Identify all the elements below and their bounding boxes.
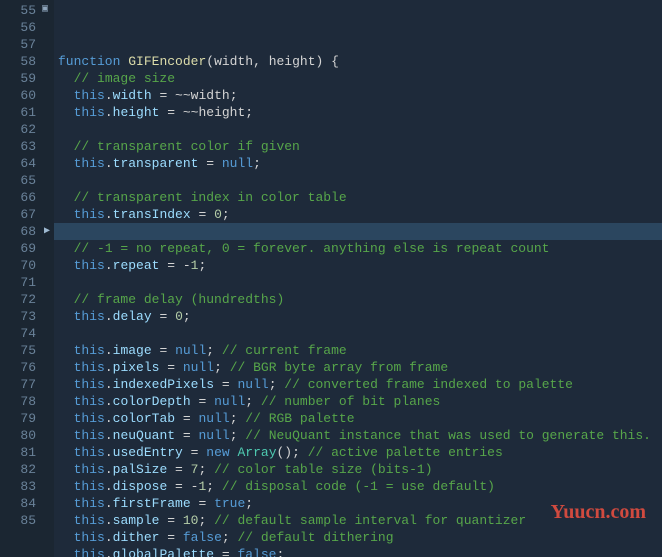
code-line[interactable]: this.image = null; // current frame: [58, 342, 662, 359]
code-line[interactable]: this.sample = 10; // default sample inte…: [58, 512, 662, 529]
line-number: 81: [4, 444, 36, 461]
code-line[interactable]: this.colorDepth = null; // number of bit…: [58, 393, 662, 410]
code-line[interactable]: // -1 = no repeat, 0 = forever. anything…: [58, 240, 662, 257]
line-number: 70: [4, 257, 36, 274]
line-number: 63: [4, 138, 36, 155]
code-line[interactable]: this.pixels = null; // BGR byte array fr…: [58, 359, 662, 376]
line-number: 64: [4, 155, 36, 172]
code-line[interactable]: // frame delay (hundredths): [58, 291, 662, 308]
code-line[interactable]: [58, 325, 662, 342]
line-number: 58: [4, 53, 36, 70]
code-line[interactable]: this.neuQuant = null; // NeuQuant instan…: [58, 427, 662, 444]
line-number: 76: [4, 359, 36, 376]
line-number: 57: [4, 36, 36, 53]
line-number: 71: [4, 274, 36, 291]
code-line[interactable]: this.dispose = -1; // disposal code (-1 …: [58, 478, 662, 495]
line-number: 73: [4, 308, 36, 325]
code-line[interactable]: function GIFEncoder(width, height) {: [58, 53, 662, 70]
line-number: 68: [4, 223, 36, 240]
fold-column: ▣ ▶: [42, 0, 54, 557]
code-line[interactable]: this.globalPalette = false;: [58, 546, 662, 557]
line-number: 84: [4, 495, 36, 512]
code-editor[interactable]: 5556575859606162636465666768697071727374…: [0, 0, 662, 557]
code-line[interactable]: this.transIndex = 0;: [58, 206, 662, 223]
line-number: 55: [4, 2, 36, 19]
code-line[interactable]: this.repeat = -1;: [58, 257, 662, 274]
code-line[interactable]: this.colorTab = null; // RGB palette: [58, 410, 662, 427]
code-line[interactable]: this.usedEntry = new Array(); // active …: [58, 444, 662, 461]
line-number: 75: [4, 342, 36, 359]
line-number: 62: [4, 121, 36, 138]
code-line[interactable]: this.firstFrame = true;: [58, 495, 662, 512]
line-number: 56: [4, 19, 36, 36]
line-number: 83: [4, 478, 36, 495]
line-number: 59: [4, 70, 36, 87]
code-area[interactable]: function GIFEncoder(width, height) { // …: [54, 0, 662, 557]
code-line[interactable]: this.indexedPixels = null; // converted …: [58, 376, 662, 393]
line-number: 66: [4, 189, 36, 206]
line-number: 79: [4, 410, 36, 427]
line-number: 61: [4, 104, 36, 121]
code-line[interactable]: this.transparent = null;: [58, 155, 662, 172]
line-number: 60: [4, 87, 36, 104]
code-line[interactable]: [58, 274, 662, 291]
line-number: 82: [4, 461, 36, 478]
line-number-gutter: 5556575859606162636465666768697071727374…: [0, 0, 42, 557]
code-line[interactable]: // image size: [58, 70, 662, 87]
current-line-arrow-icon: ▶: [42, 223, 52, 240]
code-line[interactable]: [58, 121, 662, 138]
code-line[interactable]: this.height = ~~height;: [58, 104, 662, 121]
code-line[interactable]: this.dither = false; // default ditherin…: [58, 529, 662, 546]
code-line[interactable]: [58, 172, 662, 189]
code-line[interactable]: this.delay = 0;: [58, 308, 662, 325]
fold-collapse-icon[interactable]: ▣: [42, 5, 52, 15]
line-number: 80: [4, 427, 36, 444]
line-number: 65: [4, 172, 36, 189]
line-number: 85: [4, 512, 36, 529]
code-line[interactable]: // transparent index in color table: [58, 189, 662, 206]
code-line[interactable]: this.width = ~~width;: [58, 87, 662, 104]
line-number: 67: [4, 206, 36, 223]
line-number: 69: [4, 240, 36, 257]
code-line[interactable]: [58, 223, 662, 240]
line-number: 77: [4, 376, 36, 393]
line-number: 72: [4, 291, 36, 308]
code-line[interactable]: this.palSize = 7; // color table size (b…: [58, 461, 662, 478]
line-number: 74: [4, 325, 36, 342]
line-number: 78: [4, 393, 36, 410]
code-line[interactable]: // transparent color if given: [58, 138, 662, 155]
